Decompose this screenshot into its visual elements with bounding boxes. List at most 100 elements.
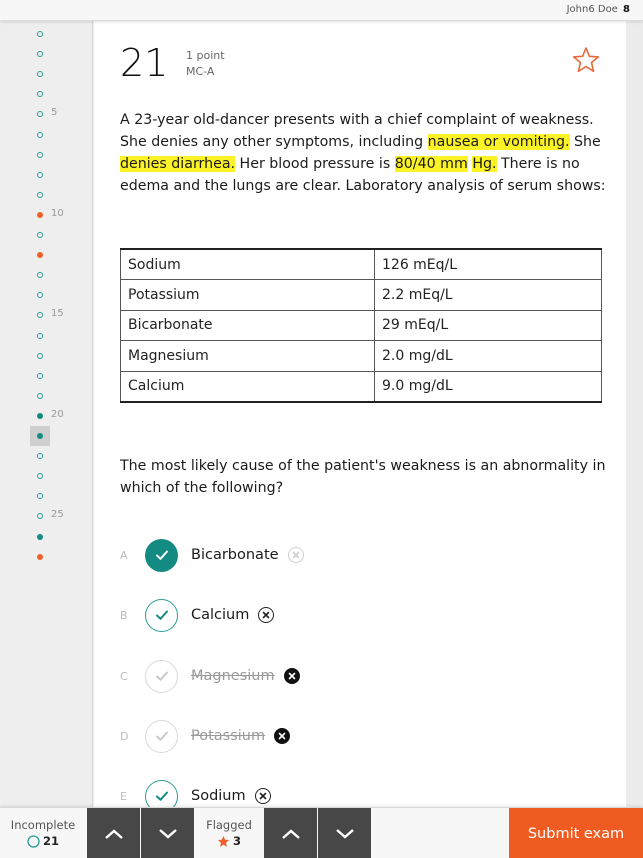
nav-question-18[interactable] (30, 366, 50, 386)
question-stem: A 23-year old-dancer presents with a chi… (120, 109, 610, 197)
next-incomplete-button[interactable] (141, 808, 194, 858)
strike-out-button[interactable] (254, 788, 271, 804)
nav-question-9[interactable] (30, 185, 50, 205)
status-dot-flagged (37, 553, 43, 560)
incomplete-label: Incomplete (10, 818, 76, 832)
nav-number-label: 15 (51, 308, 64, 320)
option-letter: D (120, 729, 129, 743)
status-dot-empty (37, 31, 43, 37)
status-dot-empty (37, 171, 43, 178)
close-icon (292, 551, 299, 559)
nav-question-4[interactable] (30, 84, 50, 104)
nav-question-20[interactable] (30, 406, 50, 426)
prev-incomplete-button[interactable] (87, 808, 140, 858)
nav-question-5[interactable] (30, 104, 50, 124)
nav-question-26[interactable] (30, 527, 50, 547)
user-info[interactable]: John6 Doe 8 (567, 4, 630, 15)
flag-question-button[interactable] (571, 45, 601, 75)
user-badge: 8 (623, 4, 630, 15)
stem-text: She (569, 134, 601, 150)
highlighted-text[interactable]: denies diarrhea. (120, 156, 236, 172)
nav-question-1[interactable] (30, 24, 50, 44)
star-filled-icon (217, 835, 230, 847)
nav-question-27[interactable] (30, 547, 50, 567)
status-dot-empty (37, 453, 43, 460)
status-dot-empty (37, 51, 43, 58)
close-icon (259, 792, 266, 800)
nav-question-10[interactable] (30, 205, 50, 225)
select-answer-button[interactable] (145, 719, 178, 753)
status-dot-empty (37, 332, 43, 339)
nav-question-12[interactable] (30, 245, 50, 265)
answer-option-a[interactable]: A Bicarbonate (114, 535, 414, 575)
status-dot-answered (37, 433, 43, 439)
nav-question-16[interactable] (30, 326, 50, 346)
select-answer-button[interactable] (145, 598, 178, 632)
submit-exam-button[interactable]: Submit exam (509, 808, 643, 858)
option-label[interactable]: Potassium (191, 728, 265, 744)
status-dot-answered (37, 533, 43, 540)
highlighted-text[interactable]: Hg. (472, 156, 497, 172)
checkmark-icon (155, 791, 168, 801)
nav-question-2[interactable] (30, 44, 50, 64)
nav-question-21[interactable] (30, 426, 50, 446)
option-label[interactable]: Calcium (191, 607, 249, 623)
top-bar: John6 Doe 8 (0, 0, 643, 21)
highlighted-text[interactable]: 80/40 mm (394, 156, 468, 172)
prev-flagged-button[interactable] (264, 808, 317, 858)
nav-question-25[interactable] (30, 506, 50, 526)
answer-option-d[interactable]: D Potassium (114, 716, 414, 756)
question-prompt: The most likely cause of the patient's w… (120, 458, 606, 496)
strike-out-button[interactable] (258, 607, 275, 623)
option-label[interactable]: Bicarbonate (191, 547, 279, 563)
user-name: John6 Doe (566, 4, 618, 15)
status-dot-flagged (37, 211, 43, 218)
question-panel: 21 1 point MC-A A 23-year old-dancer pre… (94, 21, 626, 813)
bottom-toolbar: Incomplete 21 Flagged 3 Submit exam (0, 807, 643, 858)
flagged-counter: Flagged 3 (194, 808, 264, 858)
strike-out-button[interactable] (287, 547, 304, 563)
option-label[interactable]: Sodium (191, 788, 246, 804)
close-icon (278, 732, 286, 740)
nav-question-23[interactable] (30, 466, 50, 486)
nav-question-13[interactable] (30, 265, 50, 285)
checkmark-icon (155, 671, 168, 681)
flagged-label: Flagged (206, 818, 252, 832)
strike-out-button[interactable] (283, 668, 300, 684)
status-dot-flagged (37, 252, 43, 259)
nav-question-19[interactable] (30, 386, 50, 406)
star-outline-icon (572, 47, 600, 73)
flagged-count: 3 (232, 834, 241, 848)
table-row: Calcium 9.0 mg/dL (120, 370, 602, 402)
answer-option-b[interactable]: B Calcium (114, 595, 414, 635)
nav-question-6[interactable] (30, 125, 50, 145)
nav-question-8[interactable] (30, 165, 50, 185)
question-navigator: 5 10 15 20 25 (0, 21, 93, 807)
nav-question-24[interactable] (30, 486, 50, 506)
highlighted-text[interactable]: nausea or vomiting. (427, 134, 570, 150)
option-label[interactable]: Magnesium (191, 668, 275, 684)
nav-question-14[interactable] (30, 285, 50, 305)
table-row: Magnesium 2.0 mg/dL (120, 340, 602, 372)
nav-question-3[interactable] (30, 64, 50, 84)
question-number: 21 (120, 41, 169, 85)
nav-number-label: 20 (51, 408, 64, 420)
answer-option-c[interactable]: C Magnesium (114, 656, 414, 696)
nav-question-7[interactable] (30, 145, 50, 165)
lab-value: 2.0 mg/dL (374, 340, 602, 372)
nav-question-22[interactable] (30, 446, 50, 466)
status-dot-empty (37, 312, 43, 319)
question-meta: 1 point MC-A (186, 48, 225, 80)
nav-question-11[interactable] (30, 225, 50, 245)
chevron-down-icon (335, 828, 354, 839)
strike-out-button[interactable] (274, 728, 291, 744)
nav-number-label: 10 (51, 207, 64, 219)
nav-question-17[interactable] (30, 346, 50, 366)
next-flagged-button[interactable] (318, 808, 371, 858)
nav-question-15[interactable] (30, 305, 50, 325)
select-answer-button[interactable] (145, 659, 178, 693)
status-dot-empty (37, 352, 43, 359)
chevron-up-icon (104, 828, 123, 839)
select-answer-button[interactable] (145, 538, 178, 572)
lab-value: 126 mEq/L (374, 248, 602, 280)
